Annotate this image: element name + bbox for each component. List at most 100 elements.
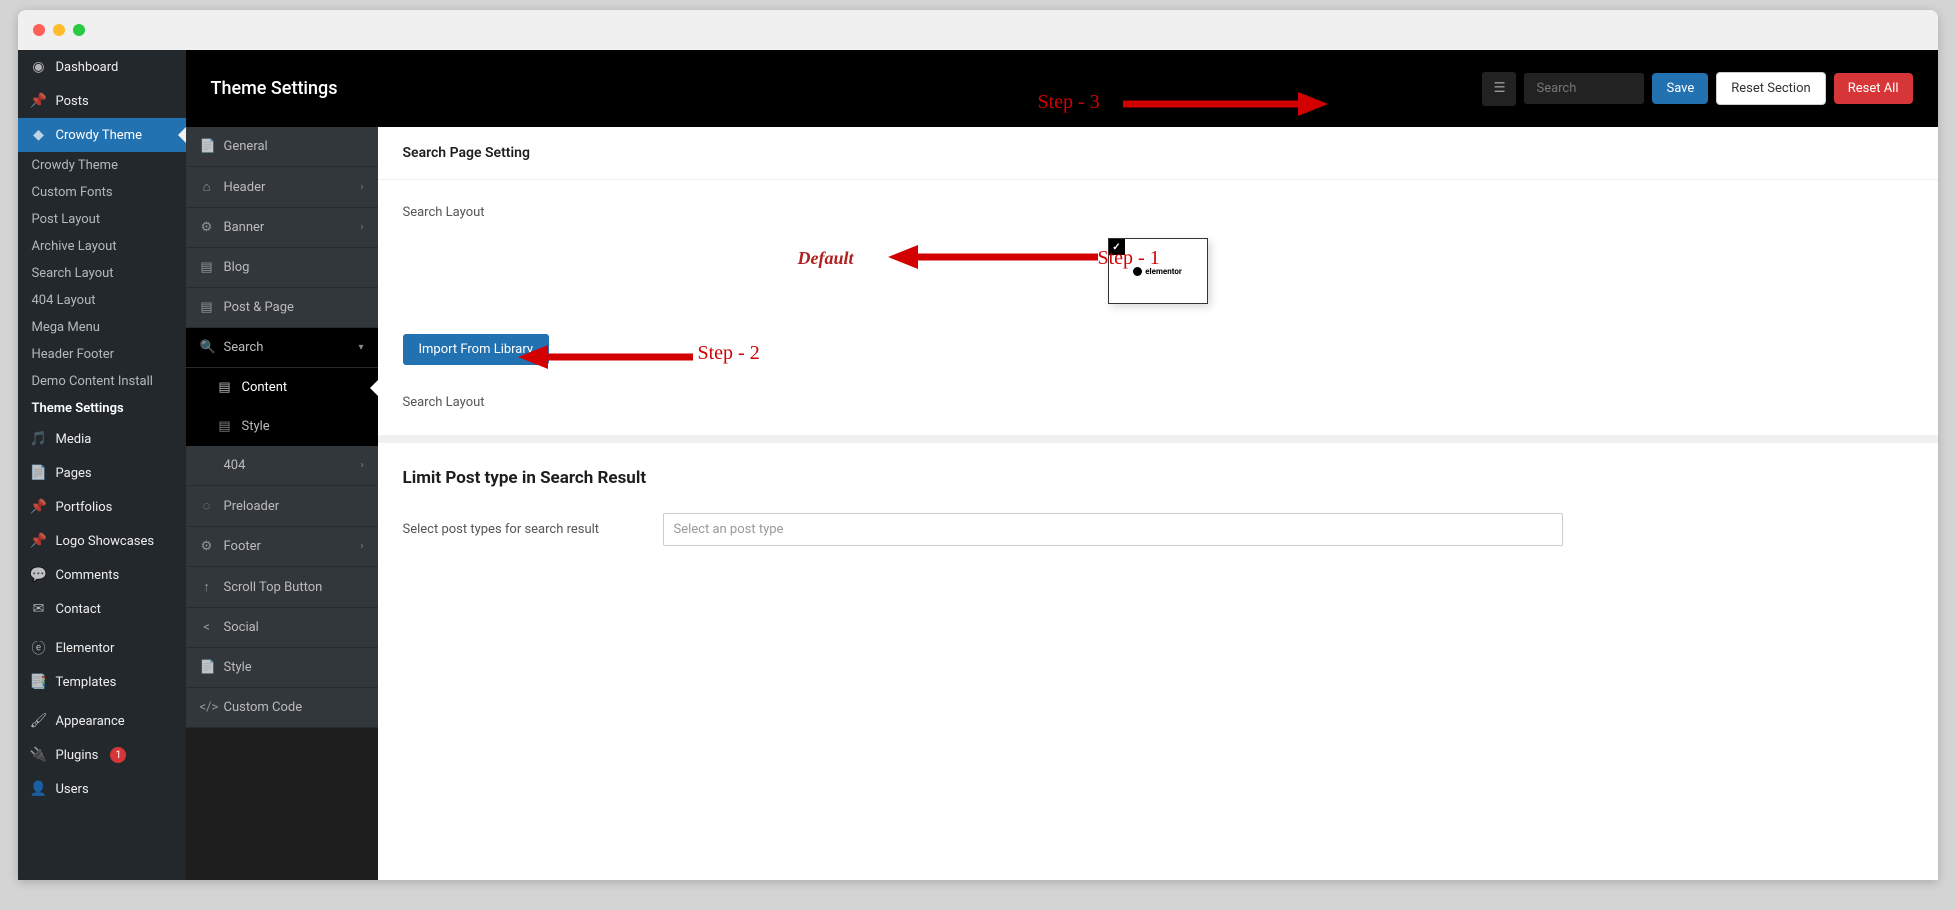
settings-item-social[interactable]: < Social [186,608,378,648]
wp-submenu-search-layout[interactable]: Search Layout [18,260,186,287]
spin-icon: ◌ [200,498,214,514]
wp-submenu-archive-layout[interactable]: Archive Layout [18,233,186,260]
settings-item-label: Search [224,340,264,355]
wp-menu-logo-showcases[interactable]: 📌Logo Showcases [18,524,186,558]
wp-menu-label: Templates [56,675,117,690]
wp-menu-label: Portfolios [56,500,113,515]
settings-item-footer[interactable]: ⚙ Footer › [186,527,378,567]
settings-item-label: Preloader [224,499,280,514]
wp-menu-users[interactable]: 👤Users [18,772,186,806]
window-close-dot[interactable] [33,24,45,36]
settings-item-banner[interactable]: ⚙Banner› [186,208,378,248]
post-type-select[interactable]: Select an post type [663,513,1563,546]
window-min-dot[interactable] [53,24,65,36]
wp-menu-plugins[interactable]: 🔌Plugins1 [18,738,186,772]
window-title-bar [18,10,1938,50]
wp-submenu-demo-content-install[interactable]: Demo Content Install [18,368,186,395]
share-icon: < [200,620,214,635]
settings-item-blog[interactable]: ▤Blog [186,248,378,288]
wp-menu-appearance[interactable]: 🖌 Appearance [18,704,186,738]
wp-menu-dashboard[interactable]: ◉ Dashboard [18,50,186,84]
limit-section-title: Limit Post type in Search Result [378,443,1938,513]
settings-panel: Search Page Setting Search Layout Defaul… [378,127,1938,880]
dashboard-icon: ◉ [30,58,48,76]
panel-section-header: Search Page Setting [378,127,1938,180]
chevron-right-icon: › [360,222,363,233]
wp-menu-label: Appearance [56,714,125,729]
media-icon: 🎵 [30,430,48,448]
up-icon: ↑ [200,579,214,595]
wp-menu-label: Elementor [56,641,115,656]
settings-item-label: Footer [224,539,261,554]
reset-all-button[interactable]: Reset All [1834,73,1913,104]
pin-icon: 📌 [30,498,48,516]
wp-submenu-header-footer[interactable]: Header Footer [18,341,186,368]
wp-menu-templates[interactable]: 📑Templates [18,665,186,699]
mail-icon: ✉ [30,600,48,618]
settings-item-404[interactable]: 404 › [186,446,378,486]
brush-icon: 🖌 [30,712,48,730]
wp-menu-portfolios[interactable]: 📌 Portfolios [18,490,186,524]
settings-item-custom-code[interactable]: </>Custom Code [186,688,378,728]
wp-menu-elementor[interactable]: ⓔElementor [18,631,186,665]
wp-submenu-custom-fonts[interactable]: Custom Fonts [18,179,186,206]
post-type-field-row: Select post types for search result Sele… [378,513,1938,571]
pin-icon: 📌 [30,532,48,550]
settings-sub-content[interactable]: ▤ Content [186,368,378,407]
reset-section-button[interactable]: Reset Section [1716,72,1825,105]
wp-submenu-theme-settings[interactable]: Theme Settings [18,395,186,422]
theme-settings-header: Theme Settings ☰ Save Reset Section Rese… [186,50,1938,127]
chevron-right-icon: › [360,460,363,471]
settings-item-search[interactable]: 🔍Search▾ [186,328,378,368]
settings-sub-style[interactable]: ▤Style [186,407,378,446]
wp-menu-pages[interactable]: 📄 Pages [18,456,186,490]
import-from-library-button[interactable]: Import From Library [403,334,550,365]
layout-option-elementor[interactable]: ✓ elementor [1108,238,1208,304]
toggle-view-button[interactable]: ☰ [1482,72,1516,106]
wp-submenu-crowdy-theme[interactable]: Crowdy Theme [18,152,186,179]
wp-submenu-mega-menu[interactable]: Mega Menu [18,314,186,341]
wp-menu-comments[interactable]: 💬Comments [18,558,186,592]
book-icon: ▤ [218,380,232,395]
settings-item-header[interactable]: ⌂Header› [186,167,378,208]
home-icon: ⌂ [200,179,214,195]
wp-menu-crowdy-theme[interactable]: ◆Crowdy Theme [18,118,186,152]
settings-sidebar: 📄General⌂Header›⚙Banner›▤Blog▤Post & Pag… [186,127,378,880]
wp-menu-posts[interactable]: 📌Posts [18,84,186,118]
settings-item-scroll-top-button[interactable]: ↑ Scroll Top Button [186,567,378,608]
chevron-right-icon: › [360,182,363,193]
gear-icon: ⚙ [200,539,214,554]
page-title: Theme Settings [211,78,338,99]
wp-menu-label: Pages [56,466,92,481]
check-icon: ✓ [1109,239,1125,255]
settings-item-style[interactable]: 📄Style [186,648,378,688]
badge: 1 [110,747,126,763]
settings-item-general[interactable]: 📄General [186,127,378,167]
wp-menu-label: Media [56,432,92,447]
settings-item-label: Scroll Top Button [224,580,323,595]
settings-item-label: 404 [224,458,246,473]
wp-submenu-post-layout[interactable]: Post Layout [18,206,186,233]
search-layout-section: Search Layout Default ✓ elementor Import… [378,180,1938,435]
settings-item-label: Style [224,660,252,675]
layout-picker: Default ✓ elementor [403,238,1913,304]
window-max-dot[interactable] [73,24,85,36]
chevron-right-icon: › [360,541,363,552]
wp-menu-media[interactable]: 🎵 Media [18,422,186,456]
wp-submenu-404-layout[interactable]: 404 Layout [18,287,186,314]
wp-menu-label: Users [56,782,89,797]
wp-menu-contact[interactable]: ✉Contact [18,592,186,626]
content-area: Theme Settings ☰ Save Reset Section Rese… [186,50,1938,880]
search-layout-sublabel: Search Layout [403,395,1913,410]
comments-icon: 💬 [30,566,48,584]
default-annotation: Default [798,248,854,269]
wp-menu-label: Dashboard [56,60,119,75]
wp-admin-sidebar: ◉ Dashboard 📌Posts◆Crowdy ThemeCrowdy Them… [18,50,186,880]
settings-search-input[interactable] [1524,73,1644,104]
settings-item-post-&-page[interactable]: ▤Post & Page [186,288,378,328]
settings-item-preloader[interactable]: ◌ Preloader [186,486,378,527]
settings-item-label: Social [224,620,259,635]
settings-sub-label: Content [242,380,288,395]
save-button[interactable]: Save [1652,73,1708,104]
pages-icon: 📄 [30,464,48,482]
